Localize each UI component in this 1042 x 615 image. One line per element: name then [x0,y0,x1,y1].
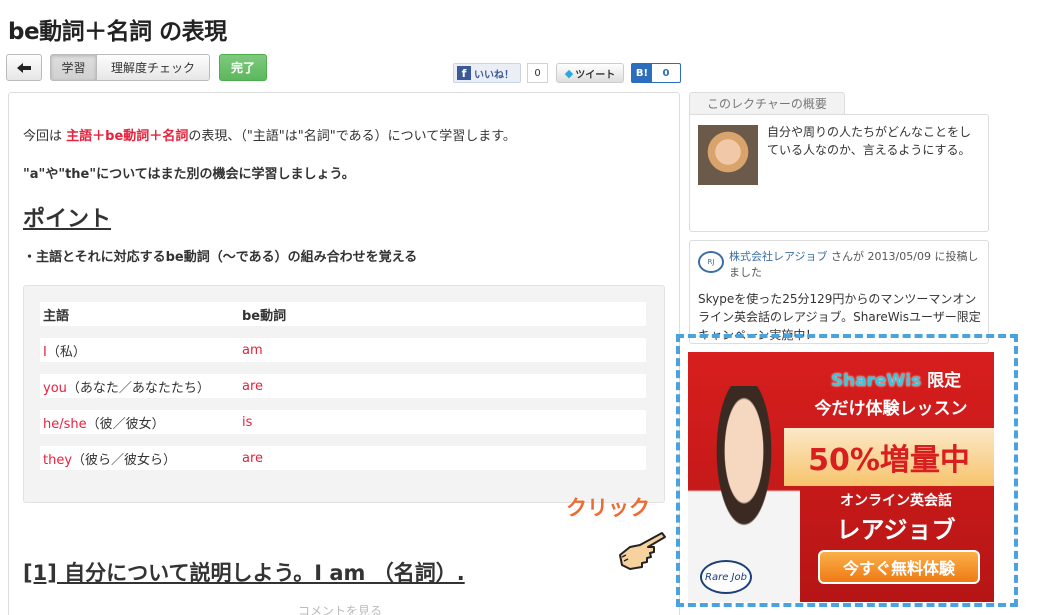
instructor-avatar [698,125,758,185]
like-count: 0 [527,63,548,83]
header-subject: 主語 [43,308,70,324]
back-button[interactable] [6,54,42,81]
arrow-left-icon [17,62,31,73]
overview-text: 自分や周りの人たちがどんなことをしている人なのか、言えるようにする。 [767,125,972,157]
header-be: be動詞 [242,308,287,324]
tweet-label: ツイート [575,69,616,81]
table-row: he/she（彼／彼女） is [40,410,646,434]
hatena-bookmark-button[interactable]: B! 0 [631,63,681,83]
facebook-icon: f [457,66,471,80]
subject-en: you [43,380,67,396]
intro-plus: ＋ [92,129,106,144]
tab-comprehension-check[interactable]: 理解度チェック [97,55,209,80]
pointing-hand-icon [619,532,666,570]
ad-brand: ShareWis 限定 [798,366,994,391]
ad-brand-suffix: 限定 [921,371,962,391]
intro-prefix: 今回は [23,129,67,144]
subject-en: they [43,452,73,468]
table-row: I（私） am [40,338,646,362]
twitter-bird-icon: ◆ [564,66,574,80]
rarejob-logo: Rare Job [700,560,752,594]
company-link[interactable]: 株式会社レアジョブ [729,250,828,263]
ad-line1: オンライン英会話 [840,493,952,509]
lesson-content: 今回は 主語＋be動詞＋名詞の表現、（"主語"は"名詞"である）について学習しま… [8,92,680,615]
ad-promo-band: 50%増量中 [784,428,994,486]
post-meta: 株式会社レアジョブ さんが 2013/05/09 に投稿しました [729,249,981,281]
point-heading: ポイント [23,207,112,232]
overview-panel: 自分や周りの人たちがどんなことをしている人なのか、言えるようにする。 [689,114,989,232]
tab-learn[interactable]: 学習 [51,55,97,80]
section-1-heading: [1] 自分について説明しよう。I am （名詞）. [23,561,465,585]
mode-tabs: 学習 理解度チェック [50,54,210,81]
table-header-row: 主語 be動詞 [40,302,646,326]
table-row: they（彼ら／彼女ら） are [40,446,646,470]
page-title: be動詞＋名詞 の表現 [8,19,227,45]
click-annotation: クリック [566,496,650,520]
subject-jp: （彼／彼女） [86,416,165,432]
ad-subtitle: 今だけ体験レッスン [814,399,968,419]
be-verb: are [242,378,264,394]
intro-subject: 主語 [66,129,93,144]
point-bullet: ・主語とそれに対応するbe動詞（〜である）の組み合わせを覚える [23,250,418,265]
ad-brand-name: ShareWis [830,371,922,391]
table-row: you（あなた／あなたたち） are [40,374,646,398]
subject-en: he/she [43,416,87,432]
be-verb: is [242,414,253,430]
intro-text: 今回は 主語＋be動詞＋名詞の表現、（"主語"は"名詞"である）について学習しま… [23,125,516,144]
ad-cta-button[interactable]: 今すぐ無料体験 [818,550,980,584]
tweet-button[interactable]: ◆ ツイート [556,63,624,83]
subject-be-table: 主語 be動詞 I（私） am you（あなた／あなたたち） are he/sh… [23,285,665,503]
facebook-like-button[interactable]: f いいね！ [453,63,521,83]
post-panel: RJ 株式会社レアジョブ さんが 2013/05/09 に投稿しました Skyp… [689,240,989,344]
subject-jp: （あなた／あなたたち） [66,380,210,396]
subject-jp: （私） [46,344,86,360]
like-label: いいね！ [474,69,514,81]
rarejob-banner-ad[interactable]: ShareWis 限定 今だけ体験レッスン 50%増量中 オンライン英会話 レア… [688,352,994,602]
hatena-count: 0 [662,67,670,79]
article-note: "a"や"the"についてはまた別の機会に学習しましょう。 [23,167,355,182]
ad-line2: レアジョブ [836,516,956,544]
subject-jp: （彼ら／彼女ら） [72,452,177,468]
company-logo-icon: RJ [698,251,724,273]
be-verb: am [242,342,263,358]
tab-lecture-overview[interactable]: このレクチャーの概要 [689,92,845,114]
intro-plus: ＋ [149,129,163,144]
intro-be: be動詞 [105,129,150,144]
be-verb: are [242,450,264,466]
done-button[interactable]: 完了 [219,54,267,81]
view-comments-link[interactable]: コメントを見る [298,602,382,615]
intro-suffix: の表現、（"主語"は"名詞"である）について学習します。 [188,129,516,144]
hatena-icon: B! [632,64,652,82]
intro-noun: 名詞 [162,129,189,144]
